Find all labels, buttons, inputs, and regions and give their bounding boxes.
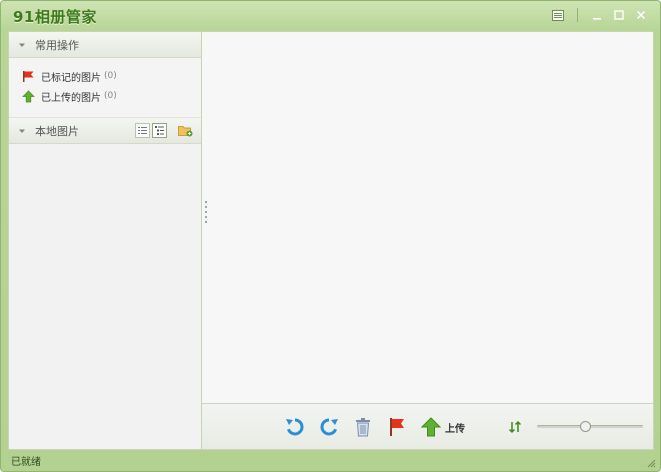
zoom-slider-thumb[interactable]	[579, 421, 591, 432]
list-view-icon	[138, 127, 147, 134]
green-up-arrow-icon	[21, 89, 35, 103]
maximize-icon[interactable]	[612, 8, 626, 22]
add-folder-icon	[177, 126, 192, 137]
common-operations-header[interactable]: 常用操作	[9, 32, 201, 58]
trash-icon	[356, 418, 370, 437]
rotate-right-icon	[320, 418, 338, 436]
nav-item-label: 已上传的图片	[41, 92, 101, 104]
compare-arrows-icon	[508, 420, 522, 434]
nav-item-uploaded-photos[interactable]: 已上传的图片 (0)	[21, 86, 201, 106]
local-photos-title: 本地图片	[35, 124, 79, 138]
splitter-handle[interactable]	[204, 201, 208, 229]
list-view-button[interactable]	[135, 123, 150, 138]
common-operations-list: 已标记的图片 (0) 已上传的图片 (0)	[9, 58, 201, 118]
menu-icon[interactable]	[551, 8, 565, 22]
app-window: 91相册管家 常用操作 已标记的图片 (0) 已上传的图片 (0) 本地图片 上…	[0, 0, 661, 472]
common-operations-title: 常用操作	[35, 38, 79, 52]
local-photos-header[interactable]: 本地图片	[9, 118, 201, 144]
rotate-left-icon	[286, 418, 304, 436]
photo-view-area[interactable]	[202, 31, 654, 403]
tree-view-icon	[155, 126, 164, 135]
local-photos-tools	[135, 123, 193, 138]
zoom-slider[interactable]	[537, 421, 643, 432]
rotate-left-button[interactable]	[284, 416, 306, 438]
title-separator	[577, 8, 578, 22]
minimize-icon[interactable]	[590, 8, 604, 22]
nav-item-count: (0)	[104, 71, 117, 81]
upload-button[interactable]	[420, 416, 442, 438]
nav-item-label: 已标记的图片	[41, 72, 101, 84]
tree-view-button[interactable]	[152, 123, 167, 138]
green-up-arrow-icon	[421, 417, 441, 437]
resize-grip-icon[interactable]	[647, 459, 656, 468]
mark-button[interactable]	[386, 416, 408, 438]
sidebar: 常用操作 已标记的图片 (0) 已上传的图片 (0) 本地图片	[8, 31, 202, 450]
nav-item-count: (0)	[104, 91, 117, 101]
status-bar: 已就绪	[1, 450, 660, 471]
add-folder-button[interactable]	[177, 123, 193, 138]
red-flag-icon	[21, 69, 35, 83]
app-title: 91相册管家	[13, 8, 97, 26]
upload-label[interactable]: 上传	[445, 420, 465, 435]
window-controls	[551, 8, 648, 22]
collapse-arrow-icon[interactable]	[17, 40, 27, 50]
red-flag-icon	[390, 418, 404, 436]
bottom-toolbar: 上传	[202, 403, 654, 450]
close-icon[interactable]	[634, 8, 648, 22]
rotate-right-button[interactable]	[318, 416, 340, 438]
status-text: 已就绪	[11, 457, 41, 468]
collapse-arrow-icon[interactable]	[17, 126, 27, 136]
title-bar[interactable]: 91相册管家	[1, 1, 660, 31]
nav-item-marked-photos[interactable]: 已标记的图片 (0)	[21, 66, 201, 86]
delete-button[interactable]	[352, 416, 374, 438]
fit-size-button[interactable]	[504, 416, 526, 438]
